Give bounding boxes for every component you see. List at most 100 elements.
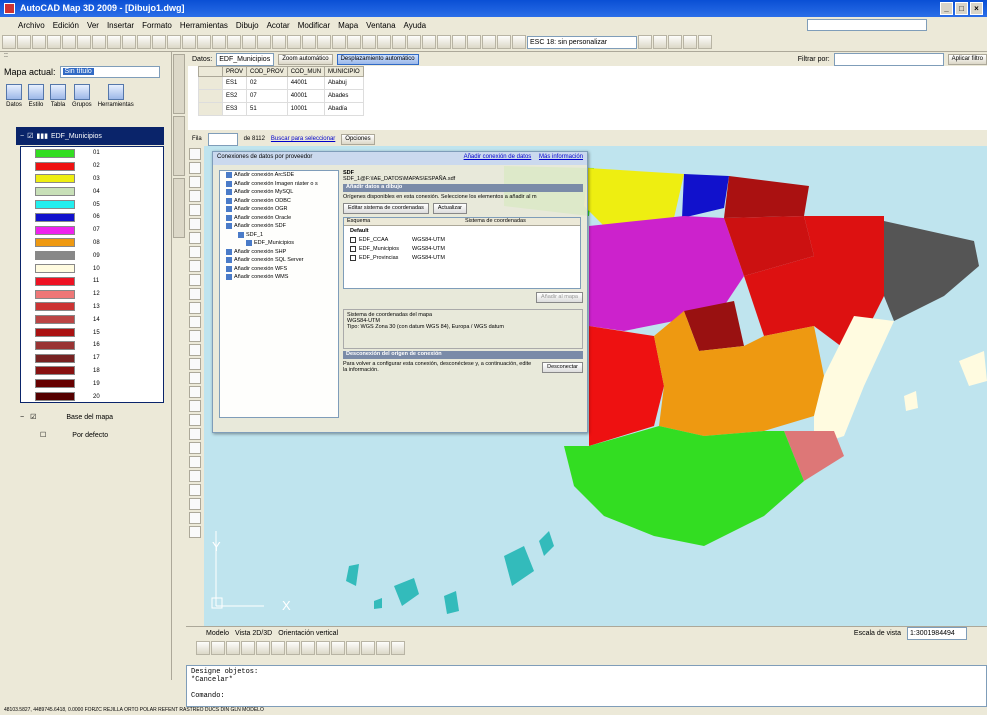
zoom-auto-button[interactable]: Zoom automático [278,53,333,65]
draw-tool-icon[interactable] [189,316,201,328]
modify-tool-icon[interactable] [391,640,405,655]
table-select[interactable]: EDF_Municipios [216,52,275,66]
modify-tool-icon[interactable] [256,640,270,655]
provider-item[interactable]: Añadir conexión Oracle [220,214,338,223]
draw-tool-icon[interactable] [189,372,201,384]
minimize-button[interactable]: _ [940,2,953,15]
toolbar-button[interactable] [182,35,196,49]
modify-tool-icon[interactable] [346,640,360,655]
toolbar-button[interactable] [272,35,286,49]
modify-tool-icon[interactable] [271,640,285,655]
draw-tool-icon[interactable] [189,428,201,440]
legend-row[interactable]: 07 [21,224,163,237]
draw-tool-icon[interactable] [189,190,201,202]
toolbar-button[interactable] [287,35,301,49]
menu-item[interactable]: Ventana [366,21,395,30]
schema-row[interactable]: EDF_Provincias WGS84-UTM [344,253,580,262]
help-search-input[interactable] [807,19,927,31]
checkbox-icon[interactable]: ☑ [30,413,36,421]
provider-item[interactable]: Añadir conexión WFS [220,265,338,274]
tool-style[interactable]: Estilo [28,84,44,116]
maximize-button[interactable]: □ [955,2,968,15]
tab-view[interactable]: Vista 2D/3D [235,630,272,637]
menu-item[interactable]: Dibujo [236,21,259,30]
table-row[interactable]: ES2 07 40001 Abades [198,89,364,103]
menu-item[interactable]: Archivo [18,21,45,30]
legend-row[interactable]: 11 [21,275,163,288]
table-cell[interactable]: Abadía [324,102,364,116]
draw-tool-icon[interactable] [189,498,201,510]
toolbar-button[interactable] [32,35,46,49]
toolbar-button[interactable] [668,35,682,49]
schema-row[interactable]: EDF_Municipios WGS84-UTM [344,244,580,253]
toolbar-button[interactable] [392,35,406,49]
table-cell[interactable]: ES3 [221,102,248,116]
command-line[interactable]: Designe objetos: *Cancelar* Comando: [186,665,987,707]
draw-tool-icon[interactable] [189,232,201,244]
menu-item[interactable]: Insertar [107,21,134,30]
legend-row[interactable]: 03 [21,173,163,186]
draw-tool-icon[interactable] [189,288,201,300]
legend-row[interactable]: 20 [21,390,163,403]
schema-checkbox[interactable] [350,236,356,243]
table-cell[interactable]: 10001 [286,102,326,116]
tab-model[interactable]: Modelo [206,630,229,637]
legend-row[interactable]: 18 [21,365,163,378]
tool-data[interactable]: Datos [6,84,22,116]
apply-filter-button[interactable]: Aplicar filtro [947,53,987,65]
draw-tool-icon[interactable] [189,442,201,454]
modify-tool-icon[interactable] [301,640,315,655]
legend-row[interactable]: 02 [21,160,163,173]
legend-row[interactable]: 17 [21,352,163,365]
provider-item[interactable]: Añadir conexión ArcSDE [220,171,338,180]
filter-input[interactable] [833,52,944,66]
column-header[interactable]: PROV [221,66,248,77]
toolbar-button[interactable] [437,35,451,49]
menu-item[interactable]: Edición [53,21,79,30]
expand-icon[interactable]: − [20,133,24,140]
toolbar-button[interactable] [197,35,211,49]
scale-select[interactable]: 1:3001984494 [907,627,967,640]
menu-item[interactable]: Ver [87,21,99,30]
toolbar-button[interactable] [137,35,151,49]
draw-tool-icon[interactable] [189,148,201,160]
toolbar-button[interactable] [482,35,496,49]
provider-item[interactable]: Añadir conexión WMS [220,273,338,282]
draw-tool-icon[interactable] [189,302,201,314]
modify-tool-icon[interactable] [316,640,330,655]
table-cell[interactable]: 02 [246,76,288,90]
draw-tool-icon[interactable] [189,456,201,468]
tab-map-explorer[interactable] [173,116,185,176]
table-cell[interactable]: ES1 [221,76,248,90]
toolbar-button[interactable] [17,35,31,49]
layer-select[interactable]: ESC 18: sin personalizar [527,35,637,49]
modify-tool-icon[interactable] [226,640,240,655]
default-item[interactable]: ☐ Por defecto [20,426,164,444]
table-row[interactable]: ES1 02 44001 Ababuj [198,76,364,90]
draw-tool-icon[interactable] [189,274,201,286]
table-row[interactable]: ES3 51 10001 Abadía [198,102,364,116]
provider-item[interactable]: SDF_1 [220,231,338,240]
options-button[interactable]: Opciones [341,133,375,145]
toolbar-button[interactable] [257,35,271,49]
schema-row[interactable]: EDF_CCAA WGS84-UTM [344,235,580,244]
draw-tool-icon[interactable] [189,260,201,272]
tab-display-manager[interactable] [173,54,185,114]
column-header[interactable]: COD_PROV [246,66,288,77]
draw-tool-icon[interactable] [189,512,201,524]
modify-tool-icon[interactable] [331,640,345,655]
toolbar-button[interactable] [698,35,712,49]
legend-row[interactable]: 01 [21,147,163,160]
toolbar-button[interactable] [47,35,61,49]
draw-tool-icon[interactable] [189,526,201,538]
pan-auto-button[interactable]: Desplazamiento automático [336,53,419,65]
modify-tool-icon[interactable] [286,640,300,655]
row-header[interactable] [198,76,223,90]
toolbar-button[interactable] [362,35,376,49]
menu-item[interactable]: Herramientas [180,21,228,30]
toolbar-button[interactable] [2,35,16,49]
column-header[interactable]: MUNICIPIO [324,66,364,77]
menu-item[interactable]: Formato [142,21,172,30]
toolbar-button[interactable] [683,35,697,49]
toolbar-button[interactable] [347,35,361,49]
